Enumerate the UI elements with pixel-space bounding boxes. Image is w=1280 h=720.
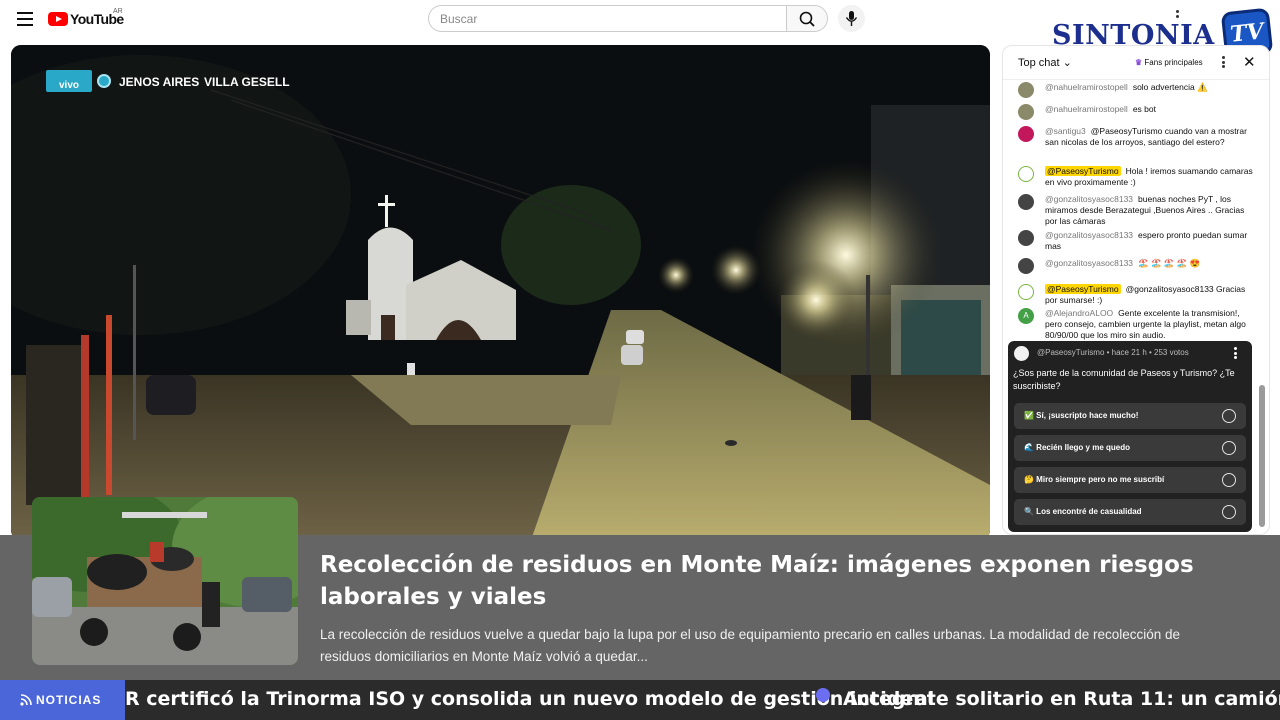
chat-scrollbar[interactable] — [1259, 385, 1265, 527]
poll-option-label: 🤔 Miro siempre pero no me suscribí — [1024, 475, 1165, 484]
search-input[interactable] — [440, 6, 770, 31]
rss-icon — [20, 694, 32, 706]
location-province: JENOS AIRES — [119, 75, 200, 89]
poll-option[interactable]: 🔍 Los encontré de casualidad — [1014, 499, 1246, 525]
chat-author[interactable]: @PaseosyTurismo — [1045, 284, 1121, 294]
chat-message[interactable]: @PaseosyTurismo @gonzalitosyasoc8133 Grac… — [1018, 284, 1253, 306]
chat-message[interactable]: @nahuelramirostopell solo advertencia ⚠️ — [1018, 82, 1253, 98]
video-player[interactable]: vivo JENOS AIRES VILLA GESELL — [11, 45, 990, 540]
chat-message[interactable]: @nahuelramirostopell es bot — [1018, 104, 1253, 120]
poll-question: ¿Sos parte de la comunidad de Paseos y T… — [1013, 368, 1235, 391]
voice-search-button[interactable] — [838, 5, 865, 32]
location-city: VILLA GESELL — [204, 75, 290, 89]
fans-label: Fans principales — [1144, 58, 1203, 67]
search-icon — [799, 11, 815, 27]
news-headline[interactable]: Recolección de residuos en Monte Maíz: i… — [320, 549, 1220, 613]
crown-icon: ♛ — [1135, 58, 1143, 67]
chat-header: Top chat ⌄ ♛ Fans principales ✕ — [1003, 46, 1269, 80]
chat-more-options-icon[interactable] — [1222, 56, 1225, 70]
chat-text: es bot — [1132, 104, 1156, 114]
chat-message[interactable]: A @AlejandroALOO Gente excelente la transm… — [1018, 308, 1253, 341]
country-code: AR — [113, 8, 123, 15]
chat-poll-card: @PaseosyTurismo • hace 21 h • 253 votos … — [1008, 341, 1252, 532]
radio-circle-icon — [1222, 409, 1236, 423]
search-box — [428, 5, 786, 32]
chat-author[interactable]: @PaseosyTurismo — [1045, 166, 1121, 176]
youtube-play-icon — [48, 12, 68, 26]
chat-author[interactable]: @AlejandroALOO — [1045, 308, 1113, 318]
ticker-headline[interactable]: R certificó la Trinorma ISO y consolida … — [125, 688, 934, 710]
microphone-icon — [845, 11, 858, 26]
ticker-items: R certificó la Trinorma ISO y consolida … — [125, 680, 1280, 720]
chat-author[interactable]: @nahuelramirostopell — [1045, 104, 1128, 114]
ticker-label: NOTICIAS — [0, 680, 125, 720]
night-street-scene — [11, 45, 990, 540]
chat-author[interactable]: @nahuelramirostopell — [1045, 82, 1128, 92]
chat-author[interactable]: @santigu3 — [1045, 126, 1086, 136]
chat-text: 🏖️ 🏖️ 🏖️ 🏖️ 😍 — [1138, 258, 1201, 268]
stream-screen: YouTube AR SINTONIA TV — [0, 0, 1280, 720]
poll-author-avatar — [1014, 346, 1029, 361]
chat-message[interactable]: @gonzalitosyasoc8133 buenas noches PyT , … — [1018, 194, 1253, 227]
poll-option-label: 🌊 Recién llego y me quedo — [1024, 443, 1130, 452]
search-button[interactable] — [786, 5, 828, 32]
ticker-label-text: NOTICIAS — [36, 693, 102, 707]
poll-meta: @PaseosyTurismo • hace 21 h • 253 votos — [1037, 348, 1189, 357]
chat-avatar[interactable] — [1018, 230, 1034, 246]
radio-circle-icon — [1222, 473, 1236, 487]
chat-message[interactable]: @gonzalitosyasoc8133 🏖️ 🏖️ 🏖️ 🏖️ 😍 — [1018, 258, 1253, 274]
location-globe-icon — [97, 74, 111, 88]
chat-author[interactable]: @gonzalitosyasoc8133 — [1045, 230, 1133, 240]
poll-option-label: 🔍 Los encontré de casualidad — [1024, 507, 1142, 516]
chat-avatar[interactable] — [1018, 194, 1034, 210]
garbage-truck-photo — [32, 497, 298, 665]
close-icon[interactable]: ✕ — [1243, 53, 1256, 71]
top-chat-dropdown[interactable]: Top chat ⌄ — [1018, 56, 1072, 69]
poll-option[interactable]: ✅ Sí, ¡suscripto hace mucho! — [1014, 403, 1246, 429]
ticker-separator-icon — [816, 688, 830, 702]
chat-avatar[interactable] — [1018, 126, 1034, 142]
news-ticker: NOTICIAS R certificó la Trinorma ISO y c… — [0, 680, 1280, 720]
chat-author[interactable]: @gonzalitosyasoc8133 — [1045, 194, 1133, 204]
poll-option[interactable]: 🌊 Recién llego y me quedo — [1014, 435, 1246, 461]
fans-filter-chip[interactable]: ♛ Fans principales — [1135, 58, 1203, 67]
chat-text: solo advertencia ⚠️ — [1132, 82, 1208, 92]
poll-option-label: ✅ Sí, ¡suscripto hace mucho! — [1024, 411, 1139, 420]
hamburger-menu-icon[interactable] — [14, 9, 36, 29]
chat-author[interactable]: @gonzalitosyasoc8133 — [1045, 258, 1133, 268]
chevron-down-icon: ⌄ — [1062, 57, 1072, 69]
news-thumbnail-image — [32, 497, 298, 665]
live-badge: vivo — [46, 70, 92, 92]
chat-avatar[interactable] — [1018, 166, 1034, 182]
news-summary: La recolección de residuos vuelve a qued… — [320, 627, 1181, 664]
ticker-headline[interactable]: Accidente solitario en Ruta 11: un camió… — [843, 688, 1280, 710]
radio-circle-icon — [1222, 505, 1236, 519]
chat-avatar[interactable] — [1018, 82, 1034, 98]
poll-option[interactable]: 🤔 Miro siempre pero no me suscribí — [1014, 467, 1246, 493]
chat-message[interactable]: @santigu3 @PaseosyTurismo cuando van a mo… — [1018, 126, 1253, 148]
chat-avatar[interactable] — [1018, 104, 1034, 120]
chat-avatar[interactable]: A — [1018, 308, 1034, 324]
chat-message[interactable]: @gonzalitosyasoc8133 espero pronto puedan… — [1018, 230, 1253, 252]
chat-avatar[interactable] — [1018, 258, 1034, 274]
chat-message[interactable]: @PaseosyTurismo Hola ! iremos suamando ca… — [1018, 166, 1253, 188]
poll-more-options-icon[interactable] — [1234, 347, 1237, 361]
radio-circle-icon — [1222, 441, 1236, 455]
top-chat-label: Top chat — [1018, 57, 1060, 69]
chat-avatar[interactable] — [1018, 284, 1034, 300]
